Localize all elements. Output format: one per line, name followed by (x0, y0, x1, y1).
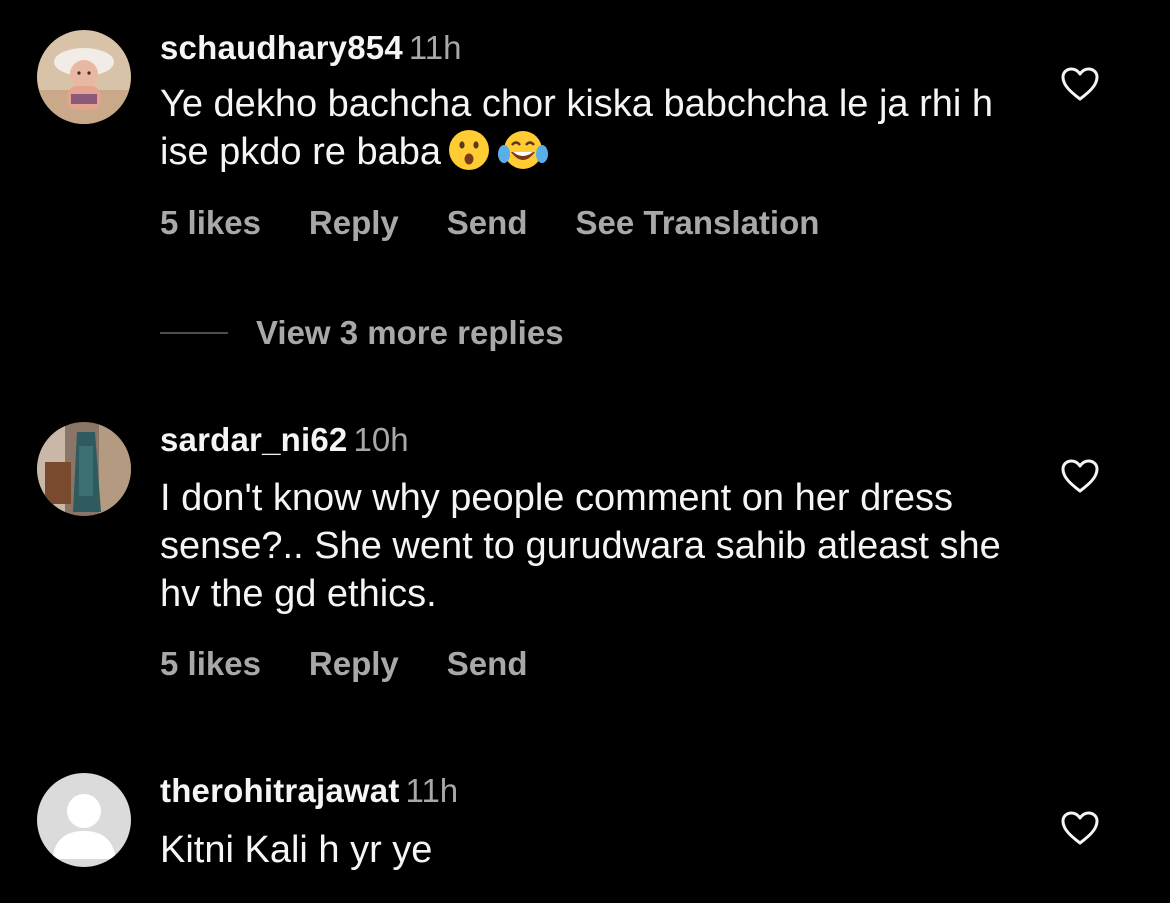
comment-header: sardar_ni62 10h (160, 420, 409, 460)
heart-outline-icon[interactable] (1060, 810, 1100, 846)
send-button[interactable]: Send (447, 203, 528, 243)
heart-outline-icon[interactable] (1060, 66, 1100, 102)
timestamp: 10h (353, 421, 409, 458)
likes-count[interactable]: 5 likes (160, 644, 261, 684)
tears-of-joy-emoji (497, 131, 548, 169)
timestamp: 11h (405, 772, 459, 809)
comment-header: schaudhary854 11h (160, 28, 462, 68)
comment-text-content: Ye dekho bachcha chor kiska babchcha le … (160, 83, 994, 173)
avatar[interactable] (37, 422, 131, 516)
view-more-replies[interactable]: View 3 more replies (160, 313, 564, 353)
comment-actions: 5 likes Reply Send See Translation (160, 203, 867, 243)
view-more-replies-label[interactable]: View 3 more replies (256, 314, 564, 351)
comment-text: Ye dekho bachcha chor kiska babchcha le … (160, 80, 1020, 176)
comment-actions: 5 likes Reply Send (160, 644, 575, 684)
username[interactable]: schaudhary854 (160, 29, 403, 66)
heart-outline-icon[interactable] (1060, 458, 1100, 494)
reply-button[interactable]: Reply (309, 203, 399, 243)
comment-header: therohitrajawat 11h (160, 771, 458, 811)
username[interactable]: sardar_ni62 (160, 421, 348, 458)
send-button[interactable]: Send (447, 644, 528, 684)
avatar-photo (37, 30, 131, 124)
comment-text: Kitni Kali h yr ye (160, 829, 433, 871)
astonished-face-emoji (448, 130, 489, 170)
replies-divider (160, 332, 228, 334)
username[interactable]: therohitrajawat (160, 772, 400, 809)
avatar-photo (37, 422, 131, 516)
timestamp: 11h (408, 29, 462, 66)
default-avatar-icon[interactable] (37, 773, 131, 867)
reply-button[interactable]: Reply (309, 644, 399, 684)
likes-count[interactable]: 5 likes (160, 203, 261, 243)
comment-text: I don't know why people comment on her d… (160, 477, 1001, 615)
see-translation-button[interactable]: See Translation (575, 203, 819, 243)
avatar[interactable] (37, 30, 131, 124)
